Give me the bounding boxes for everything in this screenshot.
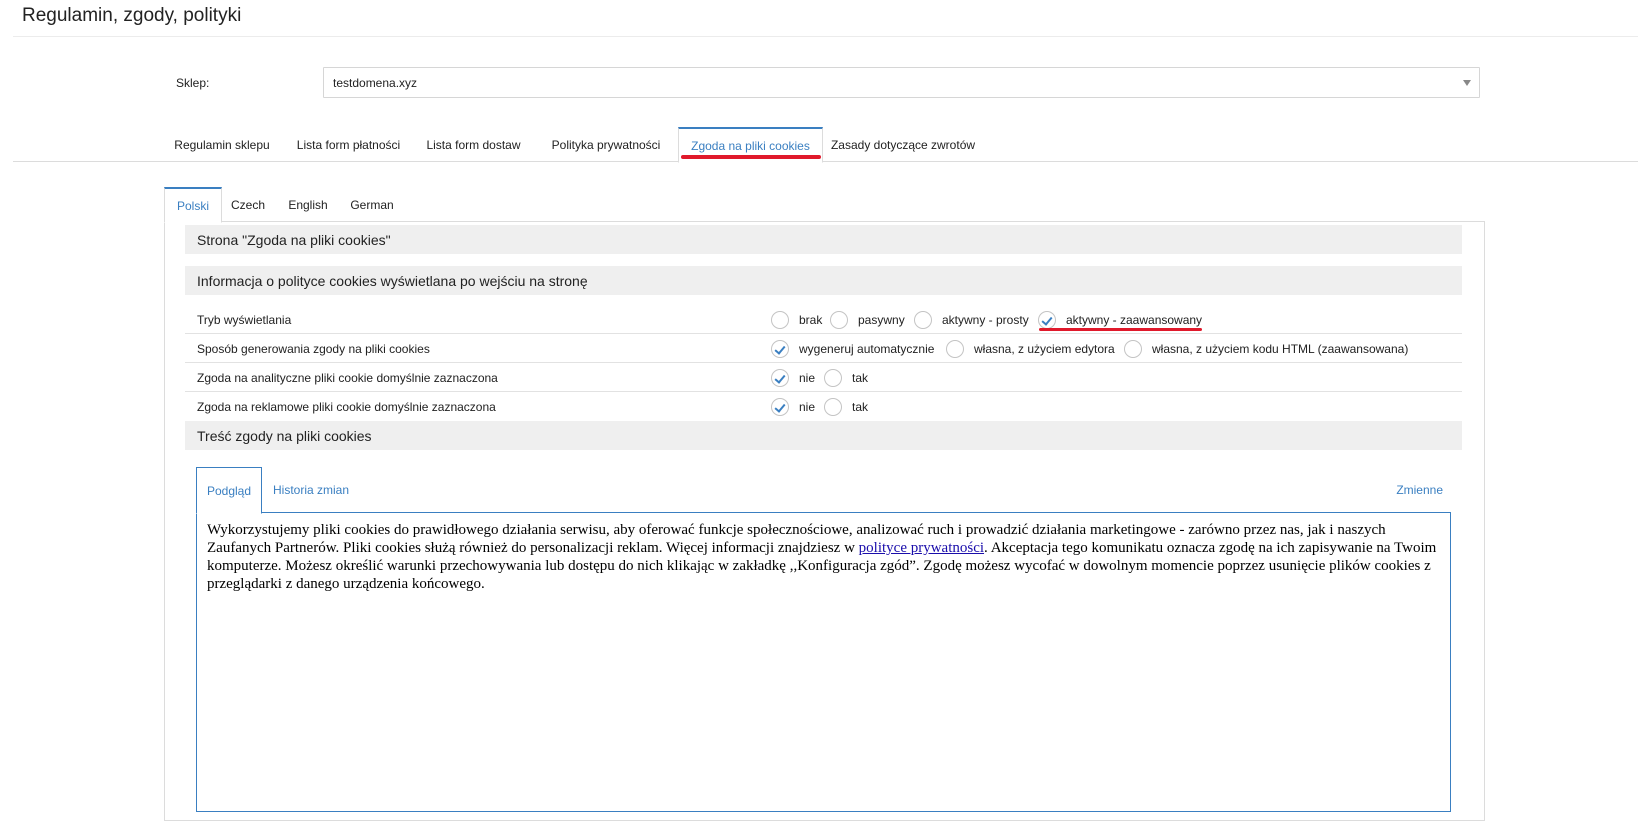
shop-select-value: testdomena.xyz bbox=[333, 75, 418, 90]
radio-analytics-tak[interactable]: tak bbox=[824, 367, 868, 389]
radio-circle-icon bbox=[914, 311, 932, 329]
tab-lang-german[interactable]: German bbox=[344, 187, 400, 222]
radio-wlasna-edytor[interactable]: własna, z użyciem edytora bbox=[946, 338, 1115, 360]
highlight-underline-option bbox=[1039, 328, 1202, 331]
radio-circle-icon bbox=[771, 311, 789, 329]
radio-analytics-nie[interactable]: nie bbox=[771, 367, 815, 389]
tab-lang-czech[interactable]: Czech bbox=[223, 187, 273, 222]
tab-lista-form-platnosci[interactable]: Lista form płatności bbox=[288, 127, 409, 162]
radio-pasywny[interactable]: pasywny bbox=[830, 309, 905, 331]
row-label: Sposób generowania zgody na pliki cookie… bbox=[197, 341, 430, 356]
section-page-heading: Strona "Zgoda na pliki cookies" bbox=[185, 225, 1462, 254]
title-divider bbox=[13, 36, 1638, 37]
radio-wlasna-html[interactable]: własna, z użyciem kodu HTML (zaawansowan… bbox=[1124, 338, 1408, 360]
row-ads-default: Zgoda na reklamowe pliki cookie domyślni… bbox=[185, 392, 1462, 421]
radio-checked-icon bbox=[771, 340, 789, 358]
content-tabs: Podgląd Historia zmian Zmienne bbox=[196, 467, 1451, 514]
radio-circle-icon bbox=[824, 398, 842, 416]
radio-circle-icon bbox=[830, 311, 848, 329]
radio-checked-icon bbox=[1038, 311, 1056, 329]
radio-circle-icon bbox=[1124, 340, 1142, 358]
row-label: Zgoda na analityczne pliki cookie domyśl… bbox=[197, 370, 498, 385]
shop-select[interactable]: testdomena.xyz bbox=[323, 67, 1480, 98]
page-title: Regulamin, zgody, polityki bbox=[22, 5, 242, 26]
row-generation-method: Sposób generowania zgody na pliki cookie… bbox=[185, 334, 1462, 363]
shop-label: Sklep: bbox=[176, 76, 210, 90]
chevron-down-icon bbox=[1463, 80, 1471, 86]
tab-regulamin-sklepu[interactable]: Regulamin sklepu bbox=[163, 127, 281, 162]
section-content-heading: Treść zgody na pliki cookies bbox=[185, 421, 1462, 450]
tab-lista-form-dostaw[interactable]: Lista form dostaw bbox=[419, 127, 528, 162]
radio-ads-tak[interactable]: tak bbox=[824, 396, 868, 418]
row-label: Zgoda na reklamowe pliki cookie domyślni… bbox=[197, 399, 496, 414]
tab-lang-english[interactable]: English bbox=[277, 187, 339, 222]
privacy-policy-link[interactable]: polityce prywatności bbox=[859, 540, 984, 556]
row-label: Tryb wyświetlania bbox=[197, 312, 292, 327]
tab-polityka-prywatnosci[interactable]: Polityka prywatności bbox=[537, 127, 675, 162]
tab-lang-polski[interactable]: Polski bbox=[164, 187, 222, 223]
variables-link[interactable]: Zmienne bbox=[1396, 467, 1443, 513]
radio-brak[interactable]: brak bbox=[771, 309, 822, 331]
row-display-mode: Tryb wyświetlania brak pasywny aktywny -… bbox=[185, 305, 1462, 334]
radio-checked-icon bbox=[771, 369, 789, 387]
language-tabs: Polski Czech English German bbox=[164, 187, 1485, 223]
tab-podglad[interactable]: Podgląd bbox=[196, 467, 262, 514]
radio-circle-icon bbox=[824, 369, 842, 387]
highlight-underline-tab bbox=[681, 155, 821, 159]
tab-zasady-zwrotow[interactable]: Zasady dotyczące zwrotów bbox=[825, 127, 981, 162]
radio-circle-icon bbox=[946, 340, 964, 358]
row-analytics-default: Zgoda na analityczne pliki cookie domyśl… bbox=[185, 363, 1462, 392]
radio-checked-icon bbox=[771, 398, 789, 416]
consent-preview: Wykorzystujemy pliki cookies do prawidło… bbox=[196, 512, 1451, 812]
section-info-heading: Informacja o polityce cookies wyświetlan… bbox=[185, 266, 1462, 295]
tab-historia-zmian[interactable]: Historia zmian bbox=[266, 467, 356, 513]
main-tabs: Regulamin sklepu Lista form płatności Li… bbox=[13, 127, 1638, 163]
radio-ads-nie[interactable]: nie bbox=[771, 396, 815, 418]
radio-aktywny-prosty[interactable]: aktywny - prosty bbox=[914, 309, 1029, 331]
radio-wygeneruj-automatycznie[interactable]: wygeneruj automatycznie bbox=[771, 338, 934, 360]
